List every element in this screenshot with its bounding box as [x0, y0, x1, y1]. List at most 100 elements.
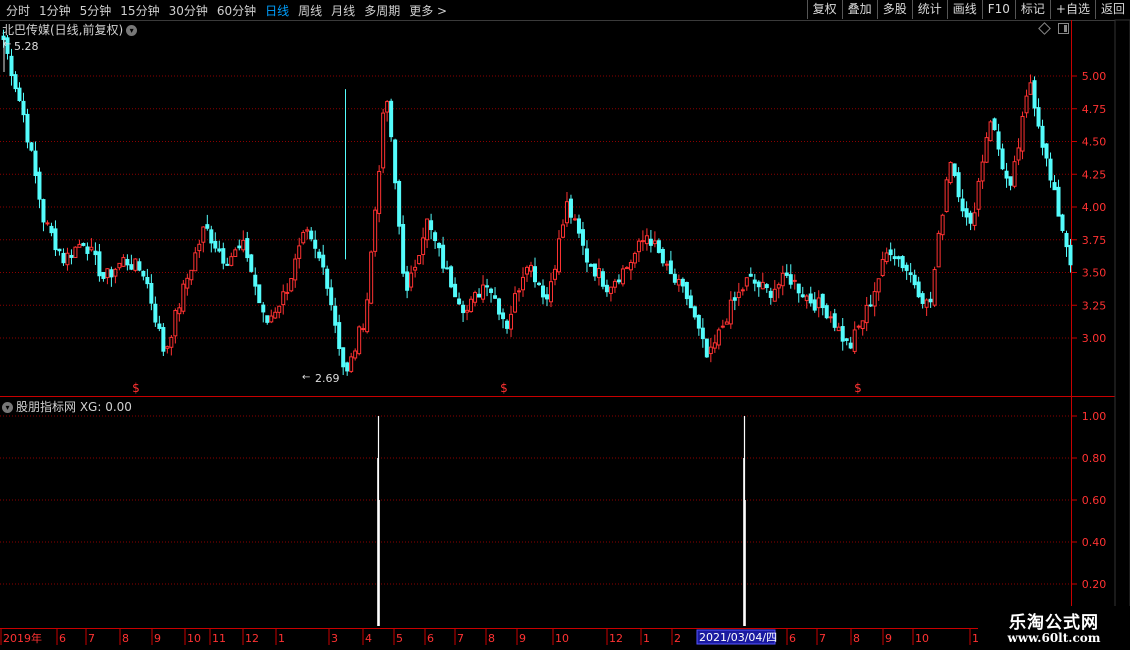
candle-body: [73, 246, 78, 258]
candle-body: [381, 112, 386, 169]
candle-body: [1044, 143, 1049, 159]
candle-body: [257, 284, 262, 304]
candle-body: [517, 290, 522, 293]
candle-body: [616, 279, 621, 283]
kline-chart[interactable]: 5.00 4.75 4.50 4.25 4.00 3.75 3.50 3.25 3.00 1.00…: [0, 0, 1130, 650]
candle-body: [664, 263, 669, 266]
candle-body: [265, 315, 270, 323]
candle-body: [644, 235, 649, 245]
candle-body: [680, 278, 685, 287]
candle-body: [225, 263, 230, 266]
candle-body: [129, 264, 134, 270]
candle-body: [996, 131, 1001, 150]
time-axis-label: 6: [59, 632, 66, 645]
candle-body: [337, 322, 342, 350]
candle-body: [816, 297, 821, 309]
price-tick-label: 4.25: [1082, 168, 1107, 181]
time-axis-label: 3: [331, 632, 338, 645]
candle-body: [109, 269, 114, 278]
candle-body: [465, 309, 470, 313]
candle-body: [812, 299, 817, 311]
candle-body: [1032, 80, 1037, 109]
candle-body: [840, 326, 845, 342]
candle-body: [952, 163, 957, 176]
candle-body: [77, 243, 82, 248]
candle-body: [533, 266, 538, 283]
candle-body: [724, 321, 729, 325]
candle-body: [141, 270, 146, 277]
candle-body: [648, 238, 653, 246]
candle-body: [748, 273, 753, 277]
candle-body: [860, 320, 865, 330]
candle-body: [1048, 158, 1053, 181]
candle-body: [233, 249, 238, 258]
candle-body: [345, 362, 350, 372]
candle-body: [321, 254, 326, 268]
candle-body: [213, 240, 218, 249]
candle-body: [361, 328, 366, 331]
candle-body: [189, 269, 194, 281]
candle-body: [25, 113, 30, 143]
indicator-tick-label: 0.20: [1082, 578, 1107, 591]
candle-body: [81, 242, 86, 246]
candle-body: [433, 232, 438, 242]
candle-body: [245, 238, 250, 259]
candle-body: [469, 298, 474, 313]
candle-body: [9, 55, 14, 77]
candle-body: [864, 304, 869, 324]
candle-body: [552, 268, 557, 280]
candle-body: [369, 251, 374, 304]
candle-body: [445, 267, 450, 270]
candle-body: [684, 282, 689, 300]
candle-body: [253, 274, 258, 287]
candle-body: [904, 264, 909, 271]
time-axis-label: 7: [457, 632, 464, 645]
candle-body: [720, 325, 725, 328]
candle-body: [628, 261, 633, 271]
candle-body: [920, 293, 925, 304]
candle-body: [501, 312, 506, 320]
candle-body: [1004, 170, 1009, 179]
candle-body: [249, 254, 254, 272]
candle-body: [261, 304, 266, 313]
candle-body: [529, 264, 534, 272]
candle-body: [385, 101, 390, 113]
candle-body: [525, 266, 530, 275]
time-axis-label: 8: [488, 632, 495, 645]
time-axis-label: 9: [519, 632, 526, 645]
candle-body: [185, 277, 190, 289]
candle-body: [237, 245, 242, 249]
candle-body: [744, 277, 749, 287]
candle-body: [560, 224, 565, 238]
candle-body: [888, 249, 893, 256]
candle-body: [505, 320, 510, 329]
candle-body: [437, 242, 442, 249]
candle-body: [1024, 95, 1029, 114]
candle-body: [69, 254, 74, 258]
candle-body: [732, 297, 737, 301]
candle-body: [297, 245, 302, 259]
candle-body: [936, 232, 941, 268]
candle-body: [13, 74, 18, 90]
candle-body: [668, 260, 673, 275]
candle-body: [409, 272, 414, 288]
candle-body: [169, 336, 174, 348]
candle-body: [776, 284, 781, 289]
candle-body: [305, 229, 310, 232]
candle-body: [441, 244, 446, 269]
candle-body: [632, 252, 637, 264]
high-price-label: 5.28: [14, 40, 39, 53]
candle-body: [425, 218, 430, 241]
price-tick-label: 5.00: [1082, 70, 1107, 83]
candle-body: [1040, 125, 1045, 148]
candle-body: [576, 218, 581, 234]
candle-body: [357, 326, 362, 355]
candle-body: [197, 243, 202, 252]
candle-body: [652, 240, 657, 245]
candle-body: [712, 342, 717, 349]
time-axis-label: 8: [853, 632, 860, 645]
candle-body: [556, 238, 561, 273]
candle-body: [572, 218, 577, 221]
candle-body: [105, 268, 110, 279]
candle-body: [285, 291, 290, 294]
